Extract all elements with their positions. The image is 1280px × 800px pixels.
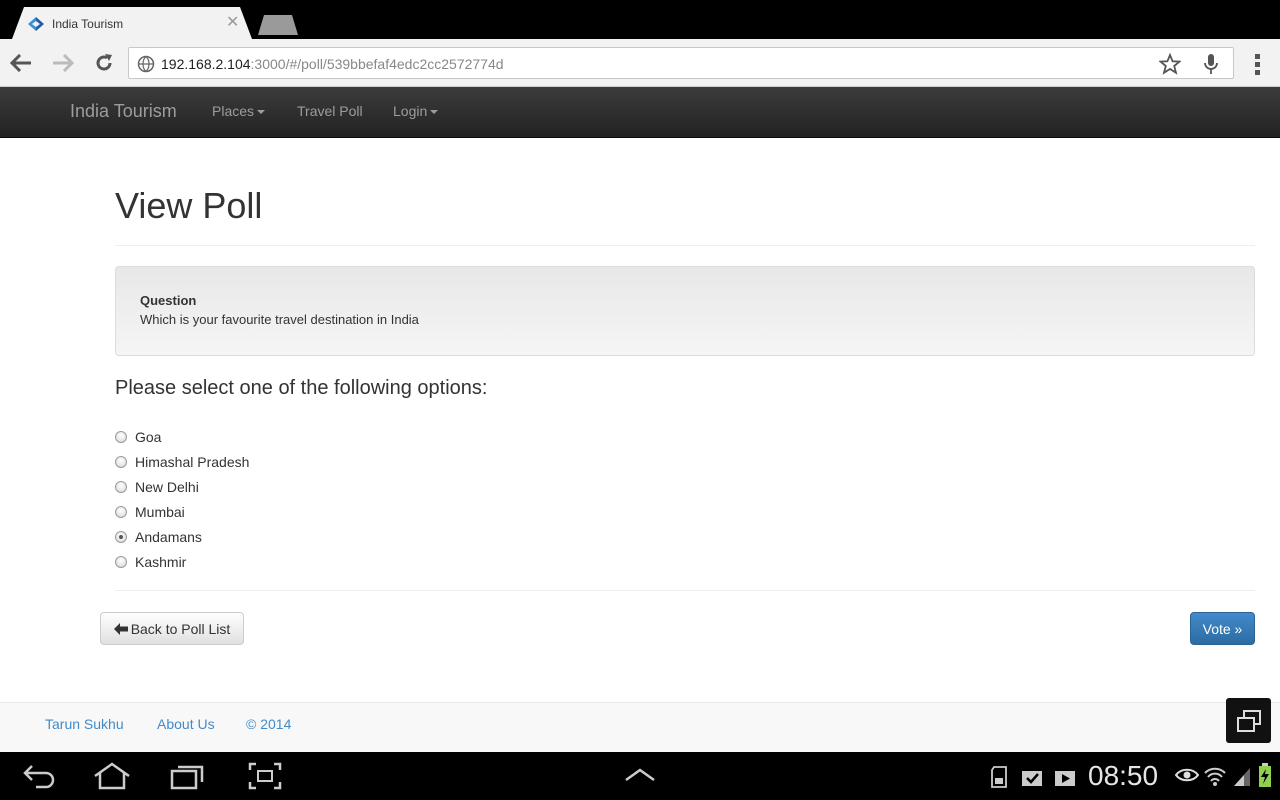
bookmark-star-icon[interactable] bbox=[1159, 53, 1181, 75]
system-navigation-bar: 08:50 bbox=[0, 752, 1280, 800]
eye-icon bbox=[1175, 768, 1199, 782]
back-button-label: Back to Poll List bbox=[130, 620, 231, 637]
radio-button[interactable] bbox=[115, 480, 127, 493]
site-favicon-icon bbox=[28, 17, 44, 31]
play-store-icon bbox=[1055, 771, 1075, 786]
url-text: 192.168.2.104:3000/#/poll/539bbefaf4edc2… bbox=[161, 56, 504, 72]
nav-login-dropdown[interactable]: Login bbox=[393, 103, 439, 119]
option-goa[interactable]: Goa bbox=[115, 424, 249, 449]
battery-charging-icon bbox=[1259, 763, 1271, 787]
nav-places-dropdown[interactable]: Places bbox=[212, 103, 266, 119]
question-panel: Question Which is your favourite travel … bbox=[115, 266, 1255, 356]
option-andamans[interactable]: Andamans bbox=[115, 524, 249, 549]
tab-title: India Tourism bbox=[52, 17, 124, 31]
option-mumbai[interactable]: Mumbai bbox=[115, 499, 249, 524]
radio-button[interactable] bbox=[115, 555, 127, 568]
site-navbar: India Tourism Places Travel Poll Login bbox=[0, 87, 1280, 138]
options-prompt: Please select one of the following optio… bbox=[115, 377, 488, 399]
caret-down-icon bbox=[430, 110, 439, 115]
back-to-poll-list-button[interactable]: Back to Poll List bbox=[100, 612, 244, 645]
option-new-delhi[interactable]: New Delhi bbox=[115, 474, 249, 499]
window-switch-icon[interactable] bbox=[1226, 698, 1271, 743]
option-label: New Delhi bbox=[135, 478, 199, 495]
arrow-left-icon bbox=[113, 622, 128, 635]
footer-copyright[interactable]: © 2014 bbox=[246, 716, 291, 732]
footer-link-author[interactable]: Tarun Sukhu bbox=[45, 716, 124, 732]
screenshot-icon[interactable] bbox=[248, 762, 282, 790]
navbar-brand[interactable]: India Tourism bbox=[70, 101, 177, 122]
browser-tab[interactable] bbox=[12, 7, 252, 39]
footer-link-about[interactable]: About Us bbox=[157, 716, 215, 732]
system-recent-apps-icon[interactable] bbox=[170, 762, 206, 790]
divider bbox=[115, 590, 1255, 591]
option-label: Mumbai bbox=[135, 503, 185, 520]
option-label: Andamans bbox=[135, 528, 202, 545]
page-title: View Poll bbox=[115, 185, 263, 226]
option-label: Himashal Pradesh bbox=[135, 453, 250, 470]
vote-button[interactable]: Vote » bbox=[1190, 612, 1255, 645]
browser-tab-strip: India Tourism ✕ bbox=[0, 0, 1280, 39]
radio-button[interactable] bbox=[115, 455, 127, 468]
forward-arrow-icon[interactable] bbox=[51, 51, 75, 75]
option-label: Kashmir bbox=[135, 553, 187, 570]
nav-travel-poll[interactable]: Travel Poll bbox=[297, 103, 363, 119]
question-text: Which is your favourite travel destinati… bbox=[140, 312, 419, 327]
radio-button-selected[interactable] bbox=[115, 530, 127, 543]
option-label: Goa bbox=[135, 428, 162, 445]
url-path: :3000/#/poll/539bbefaf4edc2cc2572774d bbox=[250, 56, 504, 72]
system-clock: 08:50 bbox=[1088, 760, 1159, 791]
nav-login-label: Login bbox=[393, 103, 428, 119]
poll-options: Goa Himashal Pradesh New Delhi Mumbai An… bbox=[115, 424, 249, 574]
site-footer: Tarun Sukhu About Us © 2014 bbox=[0, 702, 1280, 752]
url-host: 192.168.2.104 bbox=[161, 56, 251, 72]
web-page: India Tourism Places Travel Poll Login V… bbox=[0, 87, 1280, 752]
browser-toolbar: 192.168.2.104:3000/#/poll/539bbefaf4edc2… bbox=[0, 39, 1280, 87]
back-arrow-icon[interactable] bbox=[9, 51, 33, 75]
cell-signal-icon bbox=[1234, 768, 1250, 786]
sd-card-icon bbox=[991, 766, 1007, 788]
caret-down-icon bbox=[257, 110, 266, 115]
wifi-icon bbox=[1204, 767, 1226, 786]
question-label: Question bbox=[140, 293, 197, 308]
reload-icon[interactable] bbox=[92, 51, 116, 75]
globe-icon bbox=[137, 55, 155, 73]
system-home-icon[interactable] bbox=[92, 762, 132, 790]
address-bar[interactable]: 192.168.2.104:3000/#/poll/539bbefaf4edc2… bbox=[128, 47, 1234, 79]
radio-button[interactable] bbox=[115, 430, 127, 443]
option-himashal-pradesh[interactable]: Himashal Pradesh bbox=[115, 449, 249, 474]
new-tab-button[interactable] bbox=[258, 15, 298, 35]
option-kashmir[interactable]: Kashmir bbox=[115, 549, 249, 574]
divider bbox=[115, 245, 1255, 246]
microphone-icon[interactable] bbox=[1203, 53, 1219, 75]
nav-places-label: Places bbox=[212, 103, 255, 119]
radio-button[interactable] bbox=[115, 505, 127, 518]
system-back-icon[interactable] bbox=[22, 762, 56, 790]
chevron-up-icon[interactable] bbox=[624, 768, 656, 782]
browser-menu-icon[interactable] bbox=[1250, 53, 1266, 75]
tab-close-icon[interactable]: ✕ bbox=[226, 14, 239, 32]
download-complete-icon bbox=[1022, 771, 1042, 786]
